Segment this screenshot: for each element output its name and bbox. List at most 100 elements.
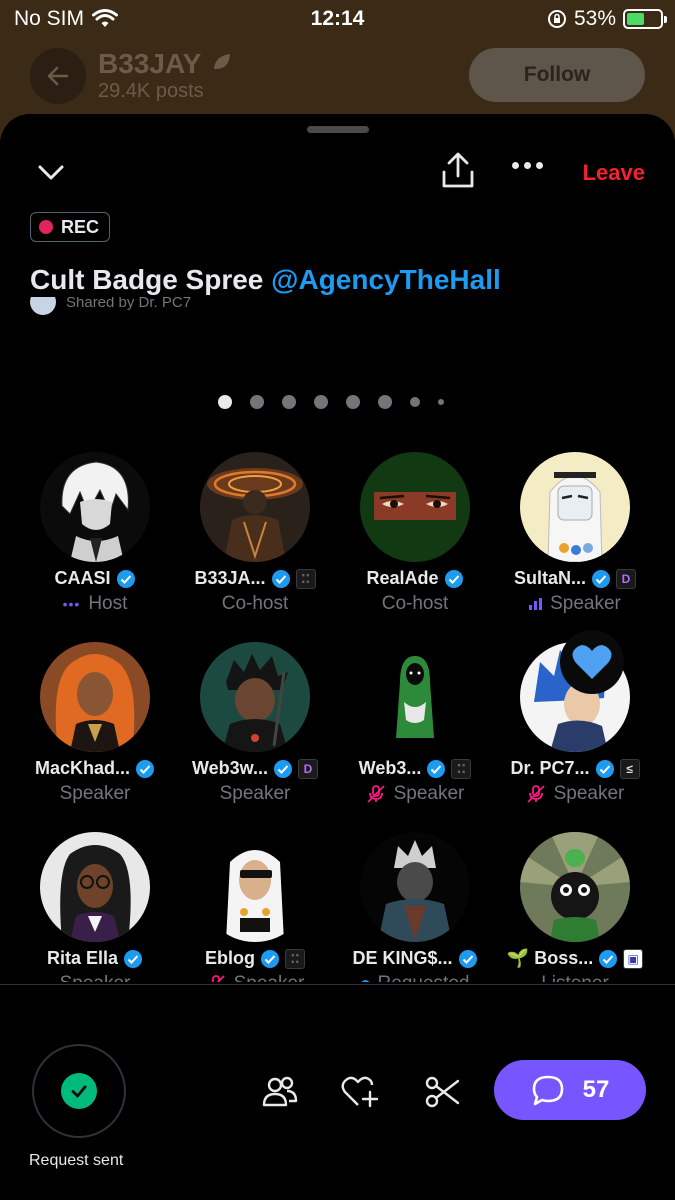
participant-name: Web3w...: [191, 758, 269, 778]
affiliate-badge-icon: ⁚⁚: [451, 758, 472, 779]
shared-by-text: Shared by Dr. PC7: [66, 297, 192, 311]
battery-fill: [627, 13, 644, 25]
participant[interactable]: DE KING$... Requested: [335, 832, 495, 982]
participant[interactable]: Eblog ⁚⁚ Speaker: [175, 832, 335, 982]
scissors-icon: [425, 1076, 460, 1108]
chevron-down-icon[interactable]: [36, 158, 66, 188]
verified-badge-icon: [427, 759, 446, 778]
verified-badge-icon: [261, 949, 279, 968]
participant-name-row: B33JA... ⁚⁚: [175, 568, 335, 589]
participant-role: Speaker: [60, 973, 131, 982]
participant-role-row: Speaker: [175, 973, 335, 982]
sheet-grabber[interactable]: [307, 126, 369, 133]
participant[interactable]: Web3w... D Speaker: [175, 642, 335, 812]
people-icon: [262, 1076, 298, 1107]
chat-button[interactable]: 57: [494, 1060, 646, 1120]
participants-grid: CAASI ••• Host B33JA... ⁚⁚ Co-host RealA…: [15, 452, 660, 982]
profile-name: B33JAY: [98, 48, 233, 80]
clip-button[interactable]: [422, 1072, 462, 1112]
page-indicator[interactable]: [218, 395, 444, 409]
affiliate-badge-icon: ⁚⁚: [295, 568, 316, 589]
participant-role: Speaker: [59, 783, 131, 804]
space-title: Cult Badge Spree @AgencyTheHall: [30, 264, 501, 296]
follow-button[interactable]: Follow: [469, 48, 645, 102]
heart-plus-icon: [341, 1076, 379, 1108]
title-mention-link[interactable]: @AgencyTheHall: [271, 264, 501, 295]
heart-icon: [572, 645, 612, 679]
participant-name-row: 🌱 Boss... ▣: [495, 948, 655, 969]
shared-by-avatar: [30, 297, 56, 315]
participant-role: Speaker: [553, 783, 625, 804]
share-icon[interactable]: [440, 152, 476, 190]
status-bar: No SIM 12:14 53%: [0, 0, 675, 38]
avatar: [40, 452, 150, 562]
participants-button[interactable]: [260, 1072, 300, 1112]
orientation-lock-icon: [547, 10, 566, 28]
participant[interactable]: Web3... ⁚⁚ Speaker: [335, 642, 495, 812]
space-title-text: Cult Badge Spree: [30, 264, 272, 295]
mic-muted-icon: [526, 785, 545, 803]
participant-role-row: Speaker: [335, 783, 495, 805]
avatar: [40, 832, 150, 942]
participant-name: Eblog: [205, 948, 255, 968]
verified-badge-icon: [595, 759, 614, 778]
recording-badge: REC: [30, 212, 111, 242]
page-dot: [314, 395, 328, 409]
verified-badge-icon: [124, 949, 143, 968]
mic-muted-icon: [211, 975, 225, 982]
battery-percent: 53%: [573, 7, 616, 30]
affiliate-badge-icon: D: [298, 758, 319, 779]
participant-name-row: DE KING$...: [335, 948, 495, 969]
participant-role-row: Speaker: [495, 783, 655, 805]
participant-name: CAASI: [54, 568, 111, 588]
affiliate-badge-icon: ⁚⁚: [285, 948, 305, 969]
profile-header: B33JAY 29.4K posts Follow: [0, 46, 675, 106]
page-dot: [250, 395, 264, 409]
participant-name: Dr. PC7...: [510, 758, 590, 778]
page-dot: [346, 395, 360, 409]
participant-role-row: Speaker: [15, 973, 175, 982]
participant-name-row: SultaN... D: [495, 568, 655, 589]
participant[interactable]: CAASI ••• Host: [15, 452, 175, 622]
arrow-left-icon: [47, 66, 69, 86]
participant-role-row: Speaker: [15, 783, 175, 805]
participant-name: RealAde: [366, 568, 439, 588]
speaking-bars-icon: [529, 598, 543, 610]
participant-role: Co-host: [221, 593, 289, 614]
more-icon[interactable]: [512, 162, 543, 169]
participant-name: SultaN...: [513, 568, 586, 588]
participant[interactable]: Rita Ella Speaker: [15, 832, 175, 982]
participant[interactable]: MacKhad... Speaker: [15, 642, 175, 812]
participant-name: Rita Ella: [46, 948, 119, 968]
avatar: [360, 832, 470, 942]
leave-button[interactable]: Leave: [583, 160, 645, 186]
react-button[interactable]: [340, 1072, 380, 1112]
participant[interactable]: RealAde Co-host: [335, 452, 495, 622]
back-button[interactable]: [30, 48, 86, 104]
chat-icon: [532, 1075, 563, 1106]
participant-name: Web3...: [358, 758, 422, 778]
host-dots-icon: •••: [62, 596, 81, 612]
request-sent-button[interactable]: [32, 1044, 126, 1138]
participant-role-row: Listener: [495, 973, 655, 982]
participant-name-row: Dr. PC7... ≤: [495, 758, 655, 779]
avatar: [200, 832, 310, 942]
participant-role-row: Co-host: [335, 593, 495, 615]
participant-role: Speaker: [234, 973, 305, 982]
page-dot: [378, 395, 392, 409]
avatar: [200, 452, 310, 562]
participant-role-row: Co-host: [175, 593, 335, 615]
verified-badge-icon: [599, 949, 618, 968]
participant-role: Speaker: [393, 783, 465, 804]
participant-role: Listener: [541, 973, 609, 982]
page-dot: [438, 399, 444, 405]
participant[interactable]: 🌱 Boss... ▣ Listener: [495, 832, 655, 982]
participant-role: Speaker: [219, 783, 291, 804]
record-dot-icon: [39, 220, 53, 234]
page-dot: [218, 395, 232, 409]
space-sheet: Leave REC Cult Badge Spree @AgencyTheHal…: [0, 114, 675, 1200]
participant[interactable]: B33JA... ⁚⁚ Co-host: [175, 452, 335, 622]
participant[interactable]: SultaN... D Speaker: [495, 452, 655, 622]
participant-role: Requested: [378, 973, 470, 982]
participant-role-row: Requested: [335, 973, 495, 982]
